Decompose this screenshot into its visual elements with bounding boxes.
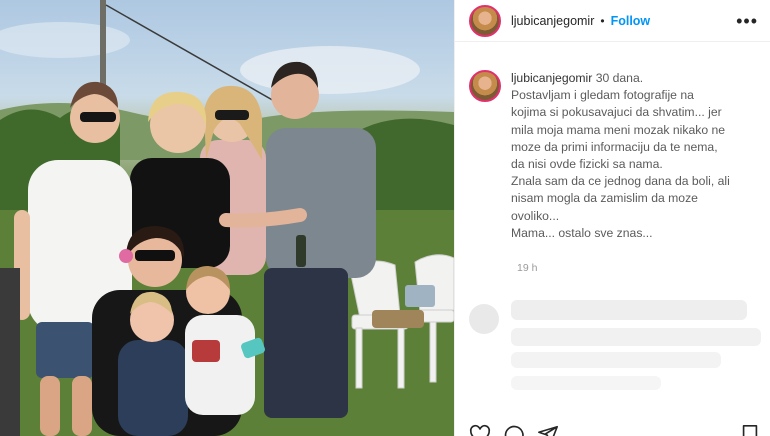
post-photo[interactable] bbox=[0, 0, 454, 436]
blurred-text-line bbox=[511, 300, 747, 320]
author-username[interactable]: ljubicanjegomir bbox=[511, 14, 594, 28]
post-timestamp: 19 h bbox=[517, 262, 538, 274]
caption-line-10: Mama... ostalo sve znas... bbox=[511, 225, 653, 240]
comment-icon[interactable] bbox=[503, 424, 525, 436]
follow-button[interactable]: Follow bbox=[611, 14, 651, 28]
caption-line-9: ovoliko... bbox=[511, 208, 560, 223]
caption-text: ljubicanjegomir 30 dana. Postavljam i gl… bbox=[511, 70, 730, 242]
caption-avatar[interactable] bbox=[469, 70, 501, 102]
caption-line-2: Postavljam i gledam fotografije na bbox=[511, 88, 694, 103]
caption: ljubicanjegomir 30 dana. Postavljam i gl… bbox=[469, 70, 761, 242]
blurred-text-line bbox=[511, 328, 761, 346]
post-details-panel: ljubicanjegomir • Follow ••• ljubicanjeg… bbox=[454, 0, 770, 436]
blurred-avatar bbox=[469, 304, 499, 334]
caption-line-3: kojima si pokusavajuci da shvatim... jer bbox=[511, 105, 722, 120]
caption-line-4: mila moja mama meni mozak nikako ne bbox=[511, 122, 726, 137]
post-header: ljubicanjegomir • Follow ••• bbox=[455, 0, 770, 42]
caption-line-6: da nisi ovde fizicki sa nama. bbox=[511, 157, 663, 172]
caption-line-5: moze da primi informaciju da te nema, bbox=[511, 139, 718, 154]
separator-dot: • bbox=[600, 13, 605, 28]
blurred-comments bbox=[455, 290, 770, 410]
more-options-icon[interactable]: ••• bbox=[736, 12, 758, 30]
caption-line-8: nisam mogla da zamislim da moze bbox=[511, 191, 698, 206]
post-actions bbox=[469, 424, 761, 436]
heart-icon[interactable] bbox=[469, 424, 491, 436]
bookmark-icon[interactable] bbox=[739, 424, 761, 436]
instagram-post: ljubicanjegomir • Follow ••• ljubicanjeg… bbox=[0, 0, 770, 436]
caption-username[interactable]: ljubicanjegomir bbox=[511, 71, 592, 85]
caption-line-1: ljubicanjegomir 30 dana. bbox=[511, 71, 644, 85]
caption-line-7: Znala sam da ce jednog dana da boli, ali bbox=[511, 174, 730, 189]
blurred-text-line bbox=[511, 376, 661, 390]
share-icon[interactable] bbox=[537, 424, 559, 436]
blurred-text-line bbox=[511, 352, 721, 368]
author-avatar[interactable] bbox=[469, 4, 501, 37]
group-photo-illustration bbox=[0, 0, 454, 436]
